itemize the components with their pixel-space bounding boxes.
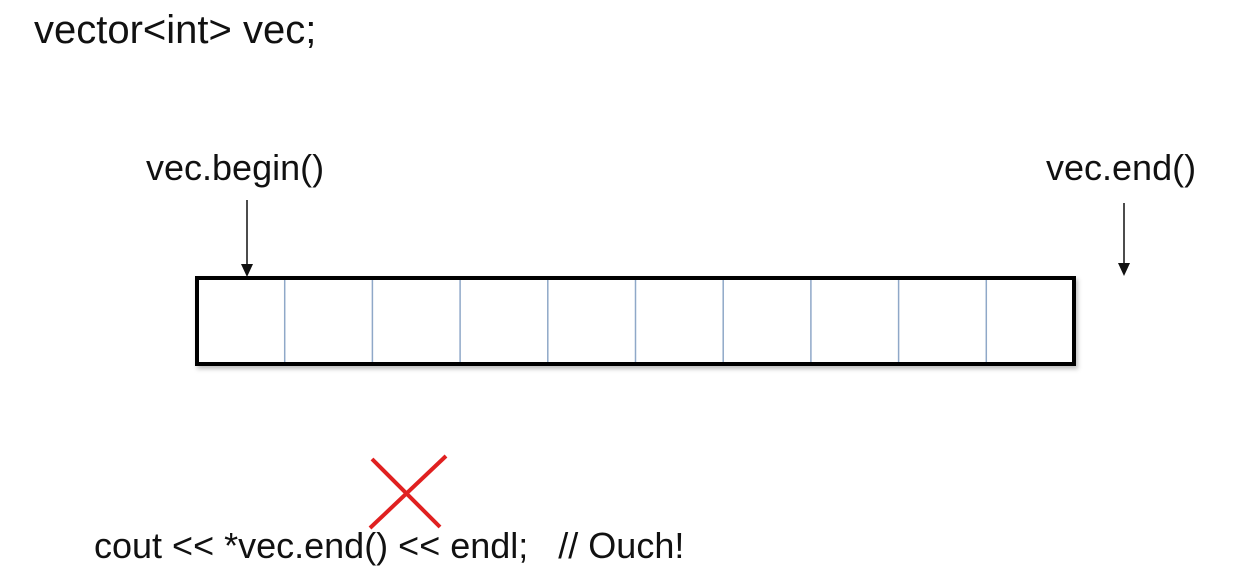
vector-diagram <box>195 200 1130 530</box>
error-cross-icon <box>368 454 448 530</box>
end-arrow <box>1118 203 1130 276</box>
code-line: cout << *vec.end() << endl; // Ouch! <box>94 525 685 566</box>
begin-arrow <box>241 200 253 277</box>
